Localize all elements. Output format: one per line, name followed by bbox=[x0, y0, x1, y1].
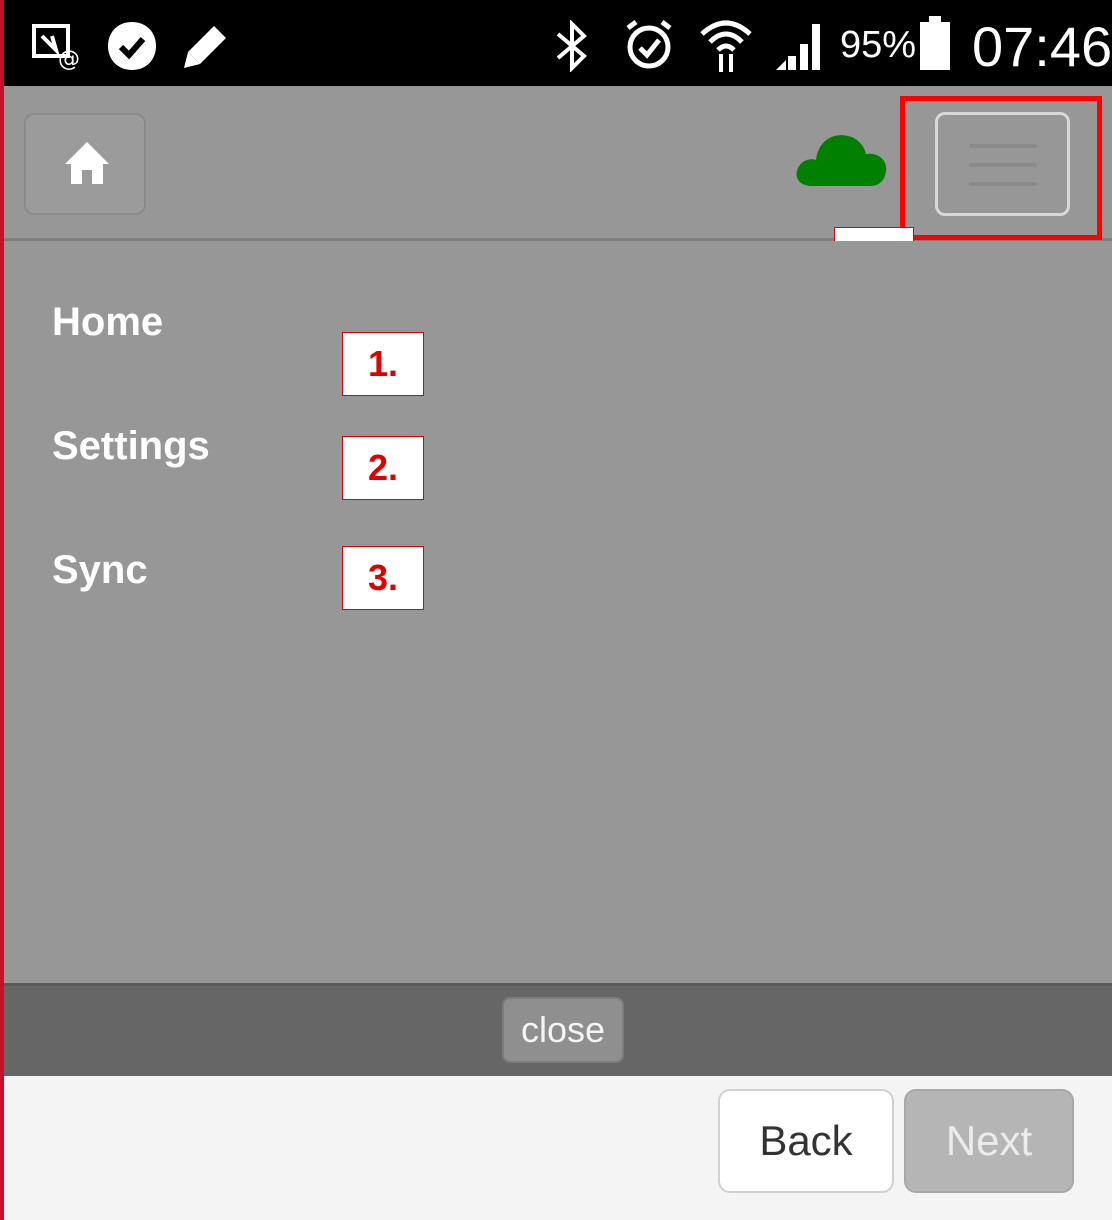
menu-button-highlight bbox=[900, 96, 1102, 240]
skype-icon bbox=[106, 20, 158, 77]
menu-panel: Home Settings Sync bbox=[4, 241, 1112, 983]
menu-item-sync[interactable]: Sync bbox=[52, 548, 148, 593]
battery-percent: 95% bbox=[840, 24, 917, 66]
clock: 07:46 bbox=[972, 15, 1112, 78]
home-button[interactable] bbox=[24, 113, 146, 215]
menu-item-settings[interactable]: Settings bbox=[52, 424, 210, 469]
annotation-label-2: 2. bbox=[342, 436, 424, 500]
menu-item-home[interactable]: Home bbox=[52, 300, 163, 345]
status-bar: @ 95% 07:46 bbox=[4, 0, 1112, 86]
next-button[interactable]: Next bbox=[904, 1089, 1074, 1193]
back-button[interactable]: Back bbox=[718, 1089, 894, 1193]
home-icon bbox=[63, 140, 111, 191]
annotation-label-1: 1. bbox=[342, 332, 424, 396]
alarm-icon bbox=[622, 18, 676, 77]
battery-icon bbox=[918, 16, 952, 77]
menu-close-bar: close bbox=[4, 983, 1112, 1076]
close-button[interactable]: close bbox=[502, 997, 624, 1063]
email-notification-icon: @ bbox=[30, 22, 82, 75]
pencil-icon bbox=[182, 22, 230, 75]
annotation-label-3: 3. bbox=[342, 546, 424, 610]
wifi-icon bbox=[696, 14, 756, 79]
svg-text:@: @ bbox=[58, 47, 80, 70]
cellular-signal-icon bbox=[774, 18, 826, 79]
bluetooth-icon bbox=[552, 19, 592, 77]
cloud-icon bbox=[794, 128, 888, 193]
footer-navigation: Back Next bbox=[4, 1076, 1112, 1220]
